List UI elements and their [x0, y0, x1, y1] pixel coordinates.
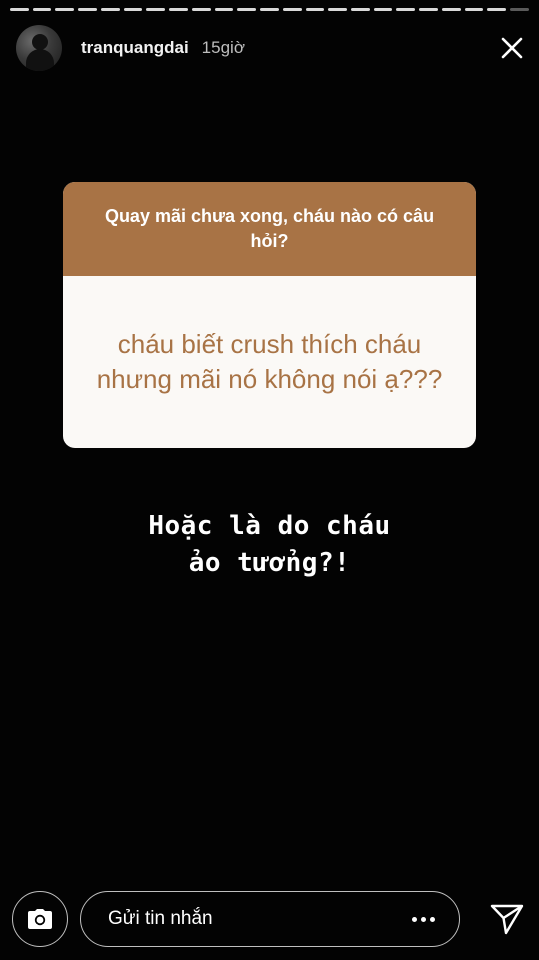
progress-segment	[10, 8, 29, 11]
progress-segment	[237, 8, 257, 11]
send-icon	[490, 904, 524, 935]
progress-segment	[282, 8, 302, 11]
send-message-input[interactable]: Gửi tin nhắn	[80, 891, 460, 947]
progress-segment	[510, 8, 529, 11]
more-icon-dot	[430, 916, 435, 922]
send-message-placeholder: Gửi tin nhắn	[108, 908, 213, 929]
progress-segment	[419, 8, 438, 11]
reply-bar: Gửi tin nhắn	[12, 890, 527, 948]
avatar-silhouette-body	[26, 49, 54, 71]
progress-segment	[464, 8, 484, 11]
more-button[interactable]	[412, 916, 435, 922]
progress-segment	[351, 8, 370, 11]
question-sticker-header: Quay mãi chưa xong, cháu nào có câu hỏi?	[63, 182, 476, 276]
more-icon-dot	[421, 916, 426, 922]
progress-segment	[191, 8, 211, 11]
progress-segment	[260, 8, 279, 11]
progress-segment	[487, 8, 507, 11]
story-header: tranquangdai 15giờ	[16, 24, 527, 72]
question-sticker[interactable]: Quay mãi chưa xong, cháu nào có câu hỏi?…	[63, 182, 476, 448]
progress-segment	[396, 8, 416, 11]
question-prompt: Quay mãi chưa xong, cháu nào có câu hỏi?	[104, 206, 435, 251]
story-viewer[interactable]: tranquangdai 15giờ Quay mãi chưa xong, c…	[0, 0, 539, 960]
progress-segment	[32, 8, 52, 11]
story-caption: Hoặc là do cháu ảo tưởng?!	[0, 508, 539, 582]
progress-segment	[373, 8, 393, 11]
avatar[interactable]	[16, 25, 62, 71]
close-button[interactable]	[497, 33, 527, 63]
progress-segment	[305, 8, 325, 11]
progress-segment	[441, 8, 461, 11]
progress-segment	[55, 8, 75, 11]
caption-line-1: Hoặc là do cháu	[148, 511, 391, 541]
progress-segment	[214, 8, 234, 11]
more-icon-dot	[412, 916, 417, 922]
progress-segment	[100, 8, 120, 11]
progress-segment	[78, 8, 97, 11]
send-button[interactable]	[487, 899, 527, 939]
progress-segment	[146, 8, 166, 11]
camera-icon	[28, 909, 52, 929]
question-sticker-body: cháu biết crush thích cháu nhưng mãi nó …	[63, 276, 476, 448]
story-progress-bar	[10, 8, 529, 11]
progress-segment	[169, 8, 188, 11]
post-time: 15giờ	[201, 38, 245, 57]
camera-button[interactable]	[12, 891, 68, 947]
username[interactable]: tranquangdai	[81, 38, 189, 58]
question-answer: cháu biết crush thích cháu nhưng mãi nó …	[96, 329, 443, 394]
close-icon	[501, 37, 523, 59]
progress-segment	[123, 8, 143, 11]
avatar-silhouette-head	[32, 34, 48, 50]
progress-segment	[328, 8, 348, 11]
caption-line-2: ảo tưởng?!	[188, 548, 351, 578]
